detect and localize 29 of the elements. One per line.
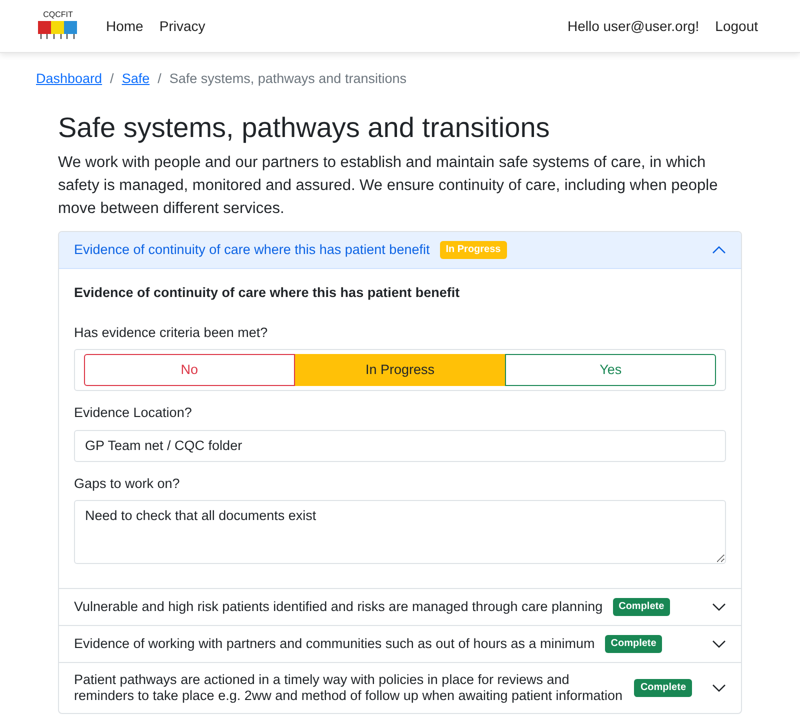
accordion-header[interactable]: Vulnerable and high risk patients identified and risks are managed through care planning Complete xyxy=(59,588,741,626)
status-badge: In Progress xyxy=(440,240,507,259)
logout-link[interactable]: Logout xyxy=(715,16,758,36)
status-badge: Complete xyxy=(634,679,692,698)
intro-text: We work with people and our partners to establish and maintain safe systems of care, in which safety is managed, monitored and assured. We ensure continuity of care, including when people move between different services. xyxy=(58,152,719,220)
option-button[interactable]: No xyxy=(84,354,295,386)
status-badge: Complete xyxy=(612,598,670,616)
option-button[interactable]: In Progress xyxy=(294,354,506,386)
nav-link[interactable]: Privacy xyxy=(159,16,206,36)
section-heading: Evidence of continuity of care where this has patient benefit xyxy=(74,284,461,302)
logo[interactable]: CQCFIT xyxy=(34,11,82,41)
option-button[interactable]: Yes xyxy=(505,354,716,386)
breadcrumb-separator: / xyxy=(110,70,114,88)
nav-link[interactable]: Home xyxy=(106,16,144,36)
accordion-header[interactable]: Evidence of working with partners and communities such as out of hours as a minimum Complete xyxy=(59,625,741,662)
text-area[interactable]: Need to check that all documents exist xyxy=(74,500,726,564)
breadcrumb-link[interactable]: Dashboard xyxy=(36,69,102,90)
input-field[interactable]: GP Team net / CQC folder xyxy=(74,430,726,462)
breadcrumb-separator: / xyxy=(158,70,162,88)
status-badge: Complete xyxy=(604,635,662,654)
page-title: Safe systems, pathways and transitions xyxy=(58,111,551,145)
breadcrumb-current: Safe systems, pathways and transitions xyxy=(169,70,406,88)
accordion-header[interactable]: Patient pathways are actioned in a timely way with policies in place for reviews and reminders to take place e.g. 2ww and method of follow up when awaiting patient information Complete xyxy=(59,662,741,714)
accordion-header[interactable]: Evidence of continuity of care where this has patient benefit In Progress xyxy=(59,232,741,269)
breadcrumb-link[interactable]: Safe xyxy=(122,69,150,90)
question-label: Has evidence criteria been met? xyxy=(74,324,269,342)
field-label: Gaps to work on? xyxy=(74,474,181,493)
greeting-text: Hello user@user.org! xyxy=(567,16,700,36)
field-label: Evidence Location? xyxy=(74,404,193,422)
